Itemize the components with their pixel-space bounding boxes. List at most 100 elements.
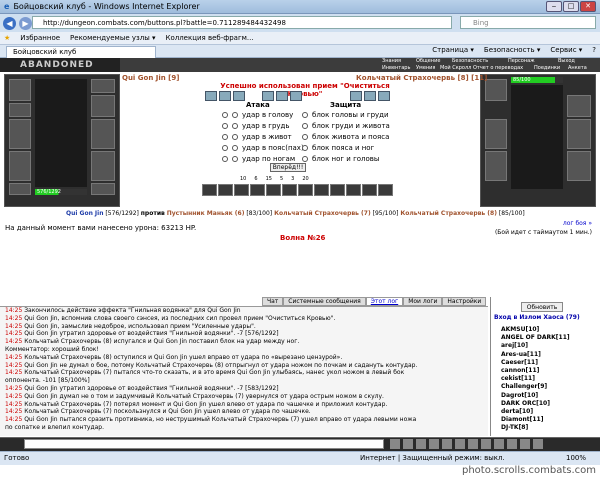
skill-icon[interactable]: [378, 184, 393, 196]
skill-icon[interactable]: [234, 184, 249, 196]
menu-security[interactable]: Безопасность: [452, 58, 488, 64]
go-button[interactable]: Вперёд!!!: [270, 163, 306, 172]
trick-icon[interactable]: [350, 91, 362, 101]
weapon-slot[interactable]: [9, 119, 31, 149]
enemy-avatar[interactable]: [511, 85, 563, 189]
attack-option[interactable]: удар в живот: [222, 133, 292, 141]
menu-scroll[interactable]: Мой Скролл: [440, 65, 471, 71]
trick-icon[interactable]: [219, 91, 231, 101]
toolbar-icon[interactable]: [403, 439, 413, 449]
menu-exit[interactable]: Выход: [558, 58, 575, 64]
player-avatar[interactable]: [35, 79, 87, 187]
toolbar-icon[interactable]: [533, 439, 543, 449]
favorites-item[interactable]: Коллекция веб-фрагм...: [165, 34, 253, 42]
minimize-button[interactable]: ‒: [546, 1, 562, 12]
radio-button[interactable]: [232, 112, 238, 118]
trick-icon[interactable]: [276, 91, 288, 101]
helmet-slot[interactable]: [9, 79, 31, 101]
radio-button[interactable]: [222, 145, 228, 151]
radio-button[interactable]: [222, 112, 228, 118]
radio-button[interactable]: [222, 134, 228, 140]
toolbar-icon[interactable]: [494, 439, 504, 449]
opponent-link[interactable]: Пустынник Маньяк (6): [167, 210, 245, 217]
back-arrow-icon[interactable]: ◀: [3, 16, 16, 30]
menu-character[interactable]: Персонаж: [508, 58, 535, 64]
defense-option[interactable]: блок головы и груди: [302, 111, 389, 119]
toolbar-icon[interactable]: [416, 439, 426, 449]
search-input[interactable]: Bing: [460, 16, 596, 29]
skill-icon[interactable]: [346, 184, 361, 196]
boots-slot[interactable]: [91, 183, 115, 195]
favorites-item[interactable]: Рекомендуемые узлы ▾: [70, 34, 155, 42]
defense-option[interactable]: блок ног и головы: [302, 155, 379, 163]
toolbar-icon[interactable]: [468, 439, 478, 449]
radio-button[interactable]: [302, 134, 308, 140]
user-list-item[interactable]: DJ-TK[8]: [501, 424, 528, 431]
radio-button[interactable]: [302, 123, 308, 129]
radio-button[interactable]: [232, 123, 238, 129]
tab-my-logs[interactable]: Мои логи: [403, 297, 443, 306]
gloves-slot[interactable]: [91, 95, 115, 117]
skill-icon[interactable]: [330, 184, 345, 196]
skill-icon[interactable]: [314, 184, 329, 196]
user-list-item[interactable]: cekist[11]: [501, 375, 535, 382]
menu-battles[interactable]: Поединки: [534, 65, 560, 71]
close-button[interactable]: ✕: [580, 1, 596, 12]
tab-this-log[interactable]: Этот лог: [365, 297, 404, 306]
trick-icon[interactable]: [290, 91, 302, 101]
skill-icon[interactable]: [250, 184, 265, 196]
user-list-item[interactable]: derta[10]: [501, 408, 533, 415]
user-list-item[interactable]: arej[10]: [501, 342, 528, 349]
radio-button[interactable]: [302, 156, 308, 162]
attack-option[interactable]: удар в голову: [222, 111, 293, 119]
player-link[interactable]: Qui Gon Jin: [66, 210, 104, 217]
radio-button[interactable]: [302, 145, 308, 151]
radio-button[interactable]: [302, 112, 308, 118]
menu-skills[interactable]: Умения: [416, 65, 435, 71]
user-list-item[interactable]: Dagrot[10]: [501, 392, 538, 399]
radio-button[interactable]: [232, 145, 238, 151]
chat-log[interactable]: 14:25 Закончилось действие эффекта "Гнил…: [0, 306, 488, 436]
radio-button[interactable]: [232, 134, 238, 140]
skill-icon[interactable]: [282, 184, 297, 196]
skill-icon[interactable]: [298, 184, 313, 196]
user-list-item[interactable]: DARK ORC[10]: [501, 400, 550, 407]
user-list-item[interactable]: AKMSU[10]: [501, 326, 539, 333]
tools-menu[interactable]: Сервис ▾: [550, 46, 582, 54]
page-menu[interactable]: Страница ▾: [432, 46, 474, 54]
trick-icon[interactable]: [262, 91, 274, 101]
user-list-item[interactable]: Caeser[11]: [501, 359, 538, 366]
help-icon[interactable]: ?: [592, 46, 596, 54]
menu-profile[interactable]: Анкета: [568, 65, 587, 71]
radio-button[interactable]: [222, 123, 228, 129]
favorites-star-icon[interactable]: ★: [4, 34, 10, 42]
attack-option[interactable]: удар в грудь: [222, 122, 290, 130]
player-name[interactable]: Qui Gon Jin [9]: [122, 74, 179, 82]
tab-settings[interactable]: Настройки: [442, 297, 487, 306]
skill-icon[interactable]: [362, 184, 377, 196]
menu-chat[interactable]: Общение: [416, 58, 440, 64]
radio-button[interactable]: [222, 156, 228, 162]
user-list-item[interactable]: Ares-ua[11]: [501, 351, 541, 358]
shield-slot[interactable]: [91, 119, 115, 149]
skill-icon[interactable]: [218, 184, 233, 196]
skill-icon[interactable]: [266, 184, 281, 196]
leggings-slot[interactable]: [91, 151, 115, 181]
earring-slot[interactable]: [91, 79, 115, 93]
trick-icon[interactable]: [233, 91, 245, 101]
toolbar-icon[interactable]: [455, 439, 465, 449]
trick-icon[interactable]: [205, 91, 217, 101]
defense-option[interactable]: блок пояса и ног: [302, 144, 374, 152]
attack-option[interactable]: удар по ногам: [222, 155, 295, 163]
toolbar-icon[interactable]: [481, 439, 491, 449]
favorites-label[interactable]: Избранное: [20, 34, 60, 42]
refresh-button[interactable]: Обновить: [521, 302, 563, 312]
defense-option[interactable]: блок груди и живота: [302, 122, 390, 130]
user-list-item[interactable]: Diamont[11]: [501, 416, 543, 423]
trick-icon[interactable]: [364, 91, 376, 101]
radio-button[interactable]: [232, 156, 238, 162]
attack-option[interactable]: удар в пояс(пах): [222, 144, 304, 152]
enemy-name[interactable]: Кольчатый Страхочервь [8] [11]: [356, 74, 487, 82]
menu-knowledge[interactable]: Знания: [382, 58, 401, 64]
user-list-item[interactable]: ANGEL OF DARK[11]: [501, 334, 570, 341]
